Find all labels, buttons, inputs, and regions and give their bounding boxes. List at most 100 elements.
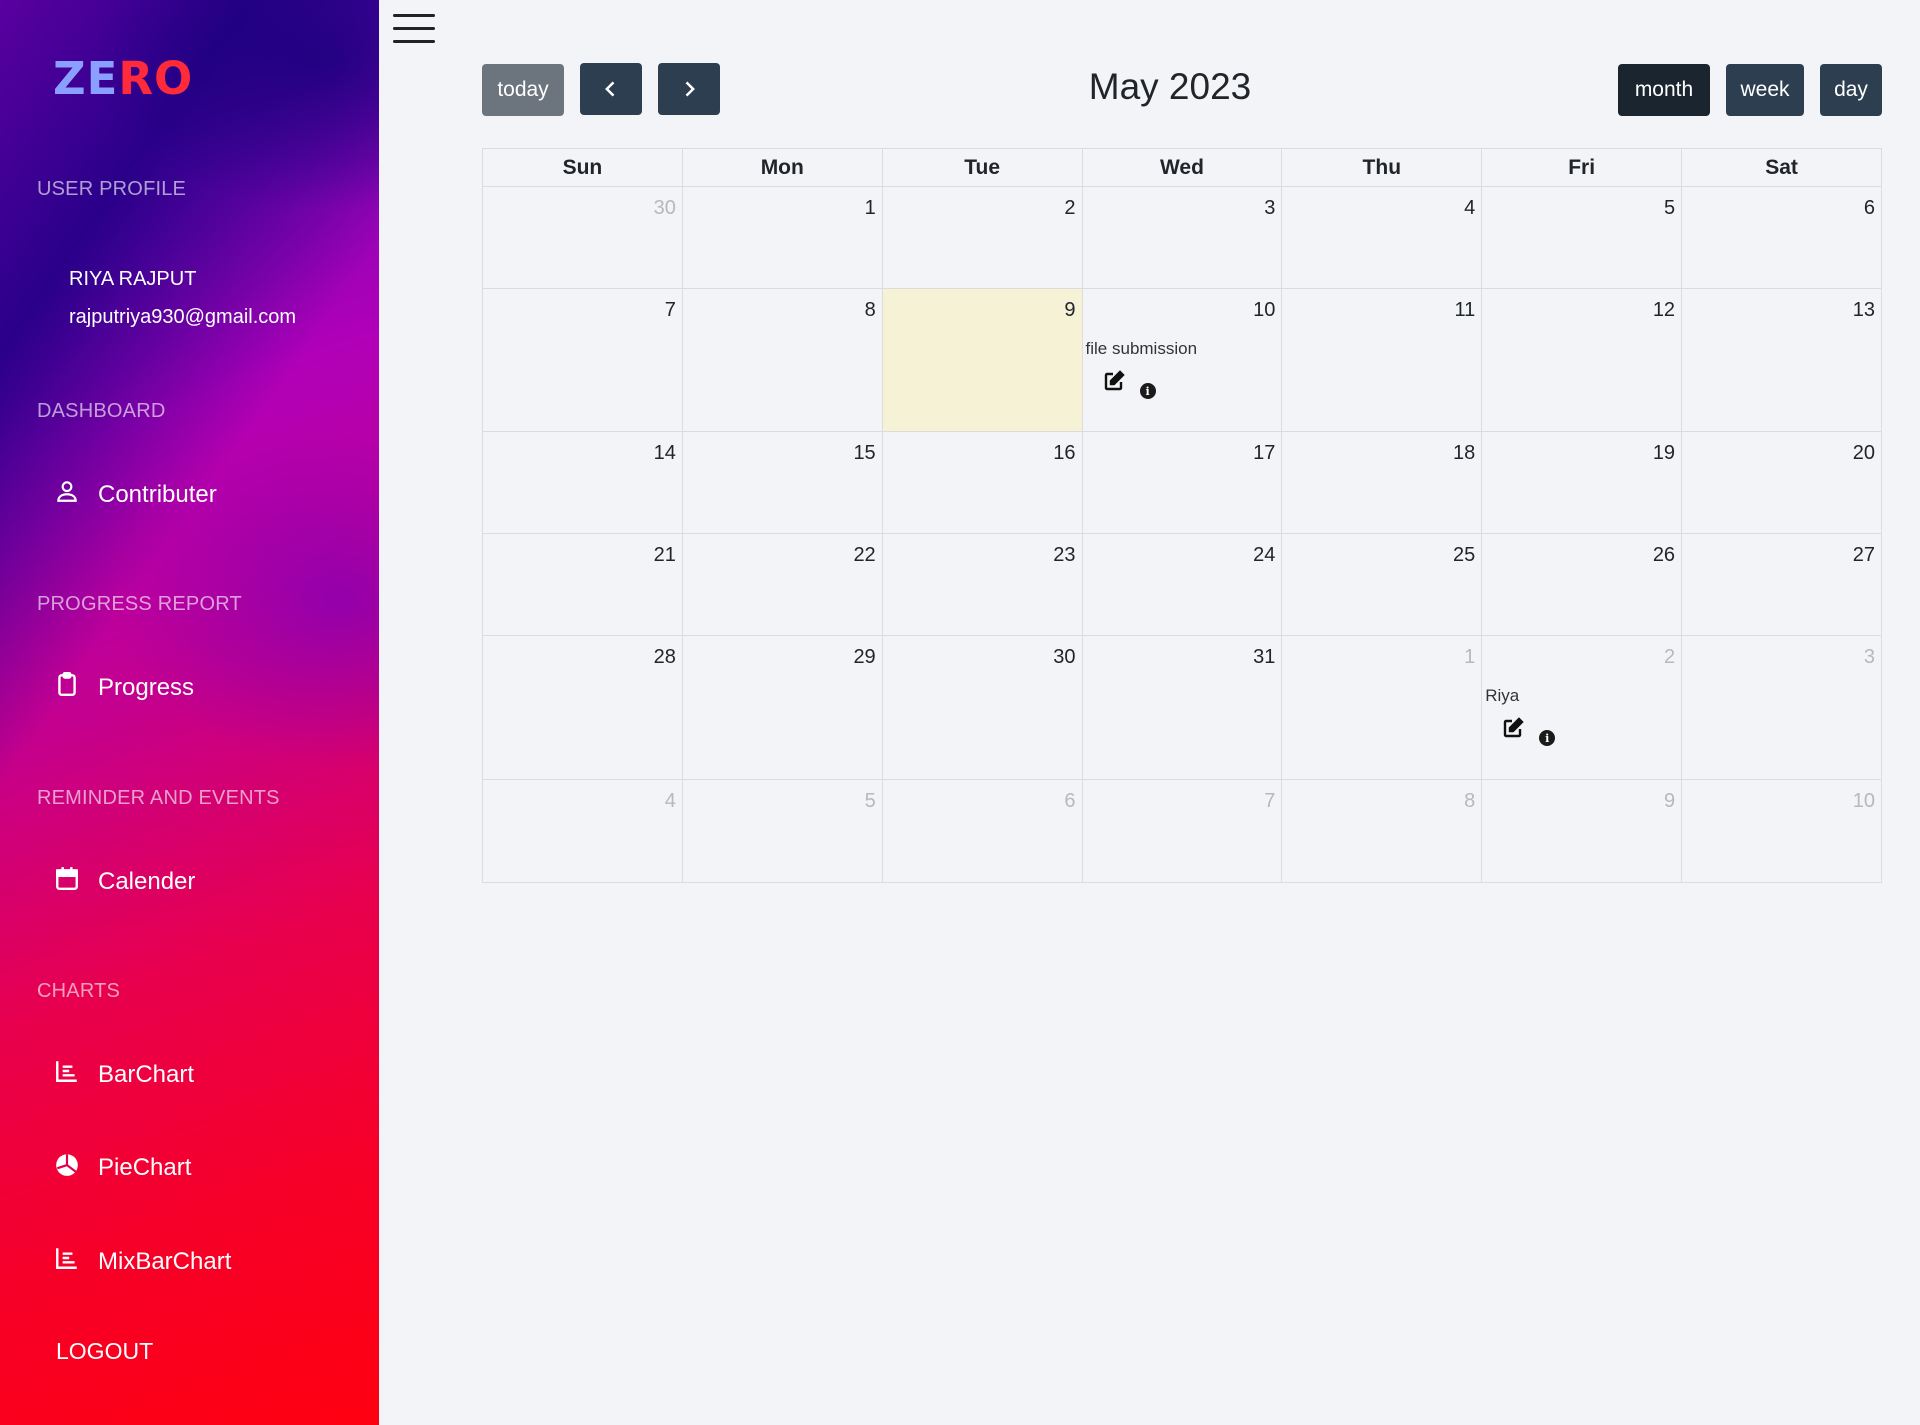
day-number: 29 [853,646,876,668]
nav-piechart[interactable]: PieChart [54,1151,191,1184]
day-cell[interactable]: 19 [1481,431,1683,534]
day-cell[interactable]: 12 [1481,288,1683,432]
user-email: rajputriya930@gmail.com [69,306,297,328]
nav-progress[interactable]: Progress [54,671,194,704]
day-cell[interactable]: 7 [1081,779,1283,883]
day-cell[interactable]: 10 file submission i [1081,288,1283,432]
day-number: 1 [1464,646,1476,668]
chevron-left-icon [605,81,615,97]
day-cell[interactable]: 11 [1281,288,1483,432]
nav-calender[interactable]: Calender [54,865,195,898]
day-cell[interactable]: 29 [681,635,883,780]
logout-button[interactable]: LOGOUT [56,1338,153,1365]
day-cell[interactable]: 16 [881,431,1083,534]
today-day-cell[interactable]: 9 [881,288,1083,432]
weekday-header: Tue [881,148,1083,187]
pie-chart-icon [54,1151,80,1184]
day-cell[interactable]: 30 [482,186,683,289]
next-month-button[interactable] [658,63,720,115]
day-cell[interactable]: 2 [881,186,1083,289]
week-view-button[interactable]: week [1726,64,1804,116]
day-number: 22 [853,544,876,566]
day-cell[interactable]: 13 [1681,288,1882,432]
progress-report-heading: PROGRESS REPORT [37,593,242,615]
day-cell[interactable]: 17 [1081,431,1283,534]
day-number: 23 [1053,544,1076,566]
day-number: 7 [664,299,676,321]
weekday-header: Thu [1281,148,1483,187]
day-cell[interactable]: 24 [1081,533,1283,636]
nav-contributer[interactable]: Contributer [54,478,217,511]
day-cell[interactable]: 8 [1281,779,1483,883]
day-cell[interactable]: 6 [881,779,1083,883]
event-title[interactable]: Riya [1485,686,1519,706]
month-view-button[interactable]: month [1618,64,1710,116]
day-cell[interactable]: 27 [1681,533,1882,636]
user-icon [54,478,80,511]
day-cell[interactable]: 5 [681,779,883,883]
day-cell[interactable]: 10 [1681,779,1882,883]
day-cell[interactable]: 31 [1081,635,1283,780]
day-cell[interactable]: 25 [1281,533,1483,636]
weekday-header: Sat [1681,148,1882,187]
event-title[interactable]: file submission [1086,339,1198,359]
day-number: 10 [1253,299,1276,321]
user-name: RIYA RAJPUT [69,268,197,290]
day-number: 6 [1064,790,1076,812]
day-cell[interactable]: 3 [1681,635,1882,780]
day-cell[interactable]: 6 [1681,186,1882,289]
day-number: 26 [1652,544,1676,566]
nav-mixbarchart[interactable]: MixBarChart [54,1245,231,1278]
day-cell[interactable]: 8 [681,288,883,432]
day-cell[interactable]: 9 [1481,779,1683,883]
logo-part-ze: ZE [53,52,119,105]
day-cell[interactable]: 7 [482,288,683,432]
day-number: 24 [1253,544,1276,566]
day-cell[interactable]: 1 [1281,635,1483,780]
day-view-button[interactable]: day [1820,64,1882,116]
day-number: 2 [1064,197,1076,219]
day-cell[interactable]: 23 [881,533,1083,636]
day-number: 12 [1652,299,1676,321]
day-cell[interactable]: 22 [681,533,883,636]
day-cell[interactable]: 3 [1081,186,1283,289]
app-logo[interactable]: ZERO [53,52,193,105]
edit-icon[interactable] [1102,369,1126,397]
day-cell[interactable]: 2 Riya i [1481,635,1683,780]
hamburger-menu-icon[interactable] [393,14,435,46]
nav-calender-label: Calender [98,867,196,895]
calendar-title: May 2023 [1088,66,1252,107]
nav-contributer-label: Contributer [98,480,217,508]
day-cell[interactable]: 5 [1481,186,1683,289]
day-cell[interactable]: 20 [1681,431,1882,534]
nav-barchart[interactable]: BarChart [54,1058,194,1091]
day-number: 30 [1053,646,1076,668]
day-cell[interactable]: 18 [1281,431,1483,534]
day-cell[interactable]: 14 [482,431,683,534]
today-button[interactable]: today [482,64,564,116]
sidebar: ZERO USER PROFILE RIYA RAJPUT rajputriya… [0,0,379,1425]
day-number: 5 [864,790,876,812]
user-profile-heading: USER PROFILE [37,178,187,200]
day-cell[interactable]: 4 [1281,186,1483,289]
prev-month-button[interactable] [580,63,642,115]
day-cell[interactable]: 4 [482,779,683,883]
day-number: 9 [1663,790,1676,812]
edit-icon[interactable] [1501,716,1525,744]
event-actions: i [1501,716,1556,746]
info-icon[interactable]: i [1139,383,1156,399]
day-cell[interactable]: 15 [681,431,883,534]
day-number: 18 [1452,442,1476,464]
day-number: 11 [1454,299,1476,321]
day-cell[interactable]: 26 [1481,533,1683,636]
weekday-header: Sun [482,148,683,187]
day-cell[interactable]: 21 [482,533,683,636]
day-cell[interactable]: 1 [681,186,883,289]
mix-bar-chart-icon [54,1245,80,1278]
info-icon[interactable]: i [1539,730,1556,746]
week-row: 30 1 2 3 4 5 6 [482,186,1882,289]
week-row: 4 5 6 7 8 9 10 [482,779,1882,883]
event-actions: i [1102,369,1156,399]
day-cell[interactable]: 28 [482,635,683,780]
day-cell[interactable]: 30 [881,635,1083,780]
